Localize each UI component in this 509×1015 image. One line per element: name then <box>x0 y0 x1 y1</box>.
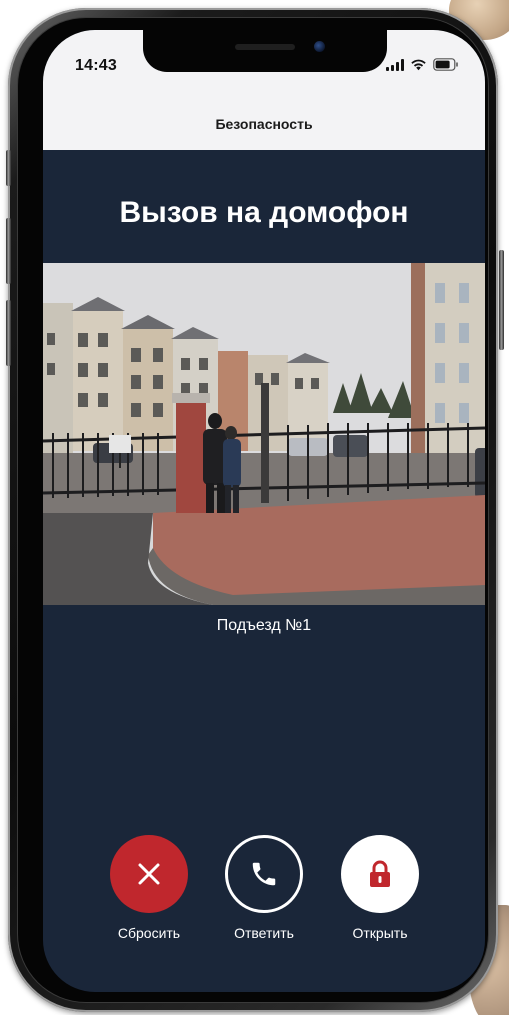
answer-action[interactable]: Ответить <box>214 835 314 941</box>
answer-label: Ответить <box>234 925 294 941</box>
call-title: Вызов на домофон <box>119 196 409 229</box>
phone-screen: 14:43 Безопасность Вызов на домофон Подъ… <box>43 30 485 992</box>
mute-switch <box>6 150 11 186</box>
nav-title: Безопасность <box>215 116 313 132</box>
wifi-icon <box>411 59 426 71</box>
intercom-video[interactable] <box>43 263 485 605</box>
status-time: 14:43 <box>75 57 117 74</box>
answer-button[interactable] <box>225 835 303 913</box>
notch <box>143 30 387 72</box>
lock-icon <box>370 860 390 887</box>
open-label: Открыть <box>352 925 408 941</box>
camera-feed-image <box>43 263 485 605</box>
power-button <box>499 250 504 350</box>
top-bar: 14:43 Безопасность <box>43 30 485 150</box>
decline-button[interactable] <box>110 835 188 913</box>
phone-icon <box>252 862 276 886</box>
call-actions: Сбросить Ответить Открыть <box>43 835 485 955</box>
front-camera <box>314 41 325 52</box>
open-button[interactable] <box>341 835 419 913</box>
decline-label: Сбросить <box>117 925 181 941</box>
battery-icon <box>433 58 458 71</box>
signal-icon <box>386 58 404 71</box>
stage: 14:43 Безопасность Вызов на домофон Подъ… <box>0 0 509 1015</box>
status-icons <box>386 58 459 71</box>
decline-action[interactable]: Сбросить <box>99 835 199 941</box>
camera-label: Подъезд №1 <box>216 617 312 634</box>
volume-up-button <box>6 218 11 284</box>
speaker-grille <box>235 44 295 50</box>
close-icon <box>138 863 160 885</box>
open-action[interactable]: Открыть <box>330 835 430 941</box>
volume-down-button <box>6 300 11 366</box>
